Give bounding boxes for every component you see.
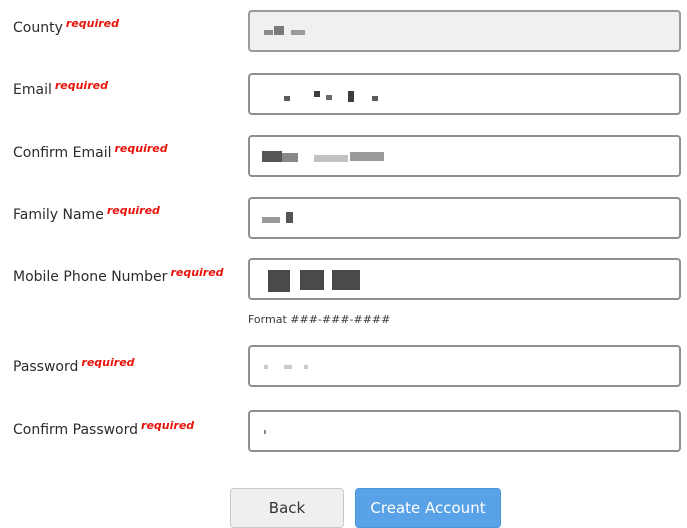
email-label: Email required bbox=[13, 79, 108, 98]
county-field[interactable] bbox=[248, 10, 681, 52]
password-label-text: Password bbox=[13, 359, 79, 375]
family-name-field[interactable] bbox=[248, 197, 681, 239]
county-input[interactable] bbox=[250, 12, 679, 50]
family-name-label-text: Family Name bbox=[13, 207, 104, 223]
mobile-phone-label-text: Mobile Phone Number bbox=[13, 269, 168, 285]
required-marker: required bbox=[54, 79, 108, 92]
confirm-password-field[interactable] bbox=[248, 410, 681, 452]
create-account-button[interactable]: Create Account bbox=[355, 488, 501, 528]
family-name-input[interactable] bbox=[250, 199, 679, 237]
password-input[interactable] bbox=[250, 347, 679, 385]
email-label-text: Email bbox=[13, 82, 52, 98]
required-marker: required bbox=[106, 204, 160, 217]
required-marker: required bbox=[170, 266, 224, 279]
password-field[interactable] bbox=[248, 345, 681, 387]
confirm-password-label-text: Confirm Password bbox=[13, 422, 139, 438]
mobile-phone-field[interactable] bbox=[248, 258, 681, 300]
county-label: County required bbox=[13, 17, 119, 36]
mobile-phone-label: Mobile Phone Number required bbox=[13, 266, 224, 285]
family-name-label: Family Name required bbox=[13, 204, 160, 223]
email-input[interactable] bbox=[250, 75, 679, 113]
required-marker: required bbox=[141, 419, 195, 432]
mobile-phone-input[interactable] bbox=[250, 260, 679, 298]
county-label-text: County bbox=[13, 20, 63, 36]
confirm-email-input[interactable] bbox=[250, 137, 679, 175]
password-label: Password required bbox=[13, 356, 135, 375]
required-marker: required bbox=[114, 142, 168, 155]
create-account-form: County required Email required Confirm Ema… bbox=[0, 0, 687, 528]
email-field[interactable] bbox=[248, 73, 681, 115]
confirm-password-input[interactable] bbox=[250, 412, 679, 450]
phone-format-hint: Format ###-###-#### bbox=[248, 313, 391, 326]
required-marker: required bbox=[65, 17, 119, 30]
confirm-password-label: Confirm Password required bbox=[13, 419, 195, 438]
confirm-email-label-text: Confirm Email bbox=[13, 145, 112, 161]
required-marker: required bbox=[81, 356, 135, 369]
confirm-email-label: Confirm Email required bbox=[13, 142, 168, 161]
back-button[interactable]: Back bbox=[230, 488, 344, 528]
confirm-email-field[interactable] bbox=[248, 135, 681, 177]
